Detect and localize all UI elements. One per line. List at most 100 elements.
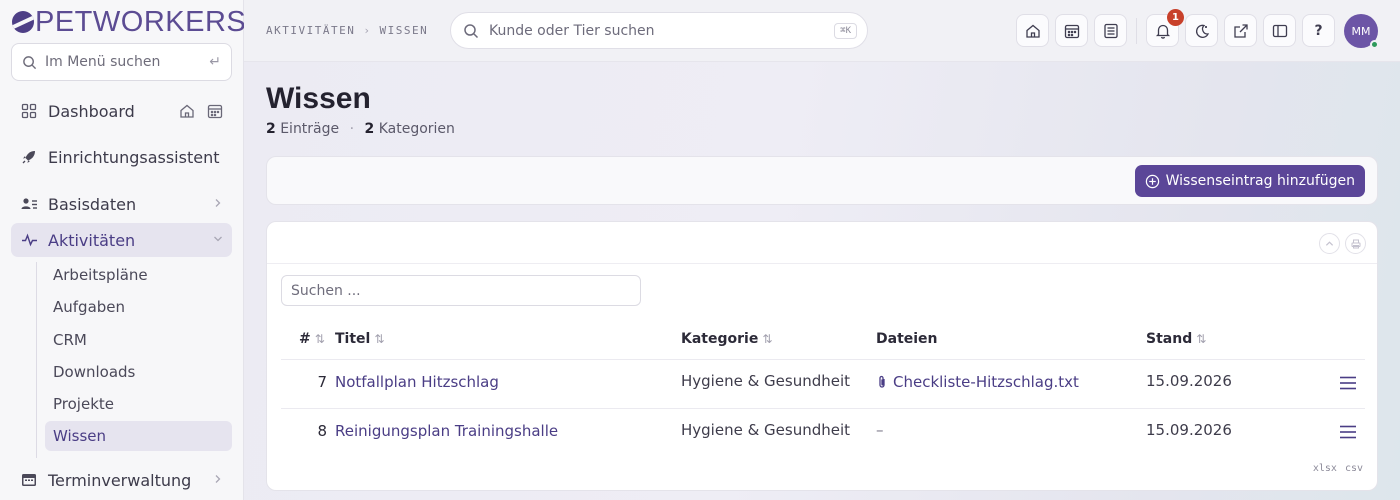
sidebar-subitem-label: Wissen: [53, 427, 107, 445]
sidebar-subitem-label: Projekte: [53, 395, 114, 413]
cell-files-empty: –: [876, 421, 884, 439]
row-divider: [281, 408, 1365, 409]
sidebar-item-setup-wizard[interactable]: Einrichtungsassistent: [11, 140, 232, 174]
breadcrumb-item[interactable]: AKTIVITÄTEN: [266, 24, 355, 37]
column-header-category[interactable]: Kategorie ⇅: [681, 331, 772, 347]
notifications-button[interactable]: 1: [1146, 9, 1184, 47]
logo-mark-icon: [12, 11, 34, 33]
stats-separator: ·: [349, 121, 355, 137]
header-divider: [1136, 18, 1137, 44]
sidebar-subitem-label: Downloads: [53, 363, 136, 381]
activity-pulse-icon: [20, 231, 38, 249]
open-external-button[interactable]: [1224, 14, 1257, 47]
sidebar-toggle-button[interactable]: [1263, 14, 1296, 47]
help-button[interactable]: ?: [1302, 14, 1335, 47]
collapse-button[interactable]: [1319, 233, 1340, 254]
row-menu-icon[interactable]: [1340, 376, 1356, 390]
global-search-input[interactable]: Kunde oder Tier suchen ⌘K: [450, 12, 868, 49]
column-header-label: Dateien: [876, 331, 938, 347]
calendar-button[interactable]: [1055, 14, 1088, 47]
sidebar-item-label: Terminverwaltung: [48, 470, 192, 490]
online-status-dot: [1370, 40, 1379, 49]
sidebar-subitem-crm[interactable]: CRM: [45, 325, 232, 355]
print-button[interactable]: [1345, 233, 1366, 254]
sidebar-item-basisdaten[interactable]: Basisdaten: [11, 187, 232, 221]
enter-key-icon: ↵: [209, 54, 221, 70]
cell-date: 15.09.2026: [1146, 421, 1232, 439]
plus-circle-icon: [1145, 174, 1159, 188]
knowledge-table-card: Suchen ... # ⇅ Titel ⇅ Kategorie ⇅ Datei…: [266, 221, 1378, 491]
column-header-date[interactable]: Stand ⇅: [1146, 331, 1206, 347]
brand-logo[interactable]: PETWORKERS: [12, 6, 246, 38]
contacts-icon: [20, 195, 38, 213]
sidebar-subitem-label: Arbeitspläne: [53, 266, 148, 284]
sidebar-subitem-downloads[interactable]: Downloads: [45, 357, 232, 387]
breadcrumb: AKTIVITÄTEN › WISSEN: [266, 24, 428, 37]
submenu-guide-line: [36, 262, 37, 458]
column-header-title[interactable]: Titel ⇅: [335, 331, 384, 347]
chevron-right-icon: [213, 473, 223, 487]
chevron-up-icon: [1325, 241, 1334, 246]
home-button[interactable]: [1016, 14, 1049, 47]
grid-icon: [20, 102, 38, 120]
chevron-right-icon: [213, 197, 223, 211]
sidebar-item-dashboard[interactable]: Dashboard: [11, 94, 232, 128]
menu-search-input[interactable]: Im Menü suchen ↵: [11, 43, 232, 81]
calendar-icon[interactable]: [207, 103, 223, 119]
breadcrumb-item: WISSEN: [379, 24, 429, 37]
cell-date: 15.09.2026: [1146, 372, 1232, 390]
external-link-icon: [1233, 23, 1248, 38]
sort-icon: ⇅: [314, 332, 325, 346]
sidebar-subitem-aufgaben[interactable]: Aufgaben: [45, 292, 232, 322]
search-shortcut-hint: ⌘K: [834, 22, 857, 39]
menu-search-placeholder: Im Menü suchen: [45, 54, 161, 70]
export-csv-link[interactable]: csv: [1345, 463, 1363, 474]
home-icon[interactable]: [179, 103, 195, 119]
sidebar-subitem-arbeitsplaene[interactable]: Arbeitspläne: [45, 260, 232, 290]
row-divider: [281, 359, 1365, 360]
user-avatar[interactable]: MM: [1344, 14, 1379, 49]
cell-id: 7: [317, 373, 327, 391]
entry-title-link[interactable]: Notfallplan Hitzschlag: [335, 373, 499, 391]
export-links: xlsx csv: [1313, 463, 1363, 474]
document-list-icon: [1103, 23, 1118, 38]
categories-count: 2: [364, 121, 375, 137]
sort-icon: ⇅: [762, 332, 773, 346]
sidebar-item-label: Aktivitäten: [48, 230, 136, 250]
moon-stars-icon: [1195, 24, 1209, 38]
action-toolbar: Wissenseintrag hinzufügen: [266, 156, 1378, 205]
column-header-label: Stand: [1146, 331, 1193, 347]
sidebar-panel-icon: [1272, 24, 1287, 37]
attachment-link[interactable]: Checkliste-Hitzschlag.txt: [876, 373, 1079, 391]
sidebar-subitem-projekte[interactable]: Projekte: [45, 389, 232, 419]
home-icon: [1025, 24, 1040, 38]
sidebar-subitem-label: Aufgaben: [53, 298, 126, 316]
sort-icon: ⇅: [1196, 332, 1207, 346]
entry-title-link[interactable]: Reinigungsplan Trainingshalle: [335, 422, 558, 440]
chevron-down-icon: [213, 233, 223, 247]
sidebar: PETWORKERS Im Menü suchen ↵ Dashboard Ei…: [0, 0, 246, 500]
add-button-label: Wissenseintrag hinzufügen: [1165, 173, 1355, 189]
entries-label: Einträge: [280, 121, 340, 137]
cell-id: 8: [317, 422, 327, 440]
column-header-files: Dateien: [876, 331, 938, 347]
row-menu-icon[interactable]: [1340, 425, 1356, 439]
add-knowledge-entry-button[interactable]: Wissenseintrag hinzufügen: [1134, 165, 1365, 197]
bell-icon: [1155, 24, 1170, 39]
sort-icon: ⇅: [374, 332, 385, 346]
column-header-label: #: [299, 331, 311, 347]
notes-button[interactable]: [1094, 14, 1127, 47]
categories-label: Kategorien: [378, 121, 455, 137]
export-xlsx-link[interactable]: xlsx: [1313, 463, 1337, 474]
main-content: Wissen 2 Einträge · 2 Kategorien Wissens…: [244, 62, 1400, 500]
question-mark-icon: ?: [1314, 22, 1323, 39]
page-stats: 2 Einträge · 2 Kategorien: [266, 121, 455, 137]
column-header-label: Titel: [335, 331, 371, 347]
sidebar-subitem-wissen[interactable]: Wissen: [45, 421, 232, 451]
sidebar-item-aktivitaeten[interactable]: Aktivitäten: [11, 223, 232, 257]
column-header-id[interactable]: # ⇅: [299, 331, 325, 347]
table-search-input[interactable]: Suchen ...: [281, 275, 641, 306]
theme-toggle-button[interactable]: [1185, 14, 1218, 47]
card-header: [267, 222, 1377, 264]
sidebar-item-terminverwaltung[interactable]: Terminverwaltung: [11, 463, 232, 497]
